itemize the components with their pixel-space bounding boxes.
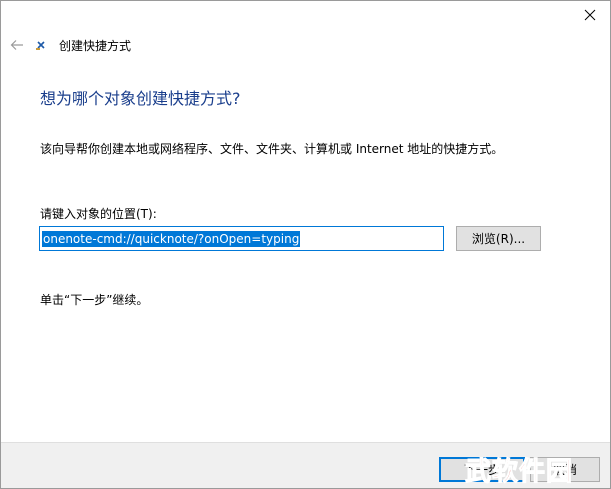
- back-button[interactable]: [7, 35, 27, 55]
- shortcut-icon: [36, 41, 45, 50]
- cancel-button[interactable]: 取消: [530, 457, 600, 482]
- close-button[interactable]: [570, 1, 610, 29]
- page-heading: 想为哪个对象创建快捷方式?: [40, 89, 241, 108]
- wizard-header: 创建快捷方式: [1, 33, 610, 57]
- create-shortcut-dialog: 创建快捷方式 想为哪个对象创建快捷方式? 该向导帮你创建本地或网络程序、文件、文…: [0, 0, 611, 489]
- next-button[interactable]: 下一步: [439, 457, 525, 482]
- location-input[interactable]: onenote-cmd://quicknote/?onOpen=typing: [39, 226, 444, 251]
- wizard-description: 该向导帮你创建本地或网络程序、文件、文件夹、计算机或 Internet 地址的快…: [40, 142, 504, 156]
- next-hint: 单击“下一步”继续。: [40, 293, 149, 307]
- arrow-left-icon: [10, 40, 23, 50]
- browse-button[interactable]: 浏览(R)...: [456, 226, 541, 251]
- location-input-value: onenote-cmd://quicknote/?onOpen=typing: [42, 230, 301, 247]
- close-icon: [584, 9, 596, 21]
- dialog-footer: 下一步 取消: [1, 442, 610, 488]
- window-title: 创建快捷方式: [59, 39, 132, 53]
- location-label: 请键入对象的位置(T):: [40, 207, 157, 221]
